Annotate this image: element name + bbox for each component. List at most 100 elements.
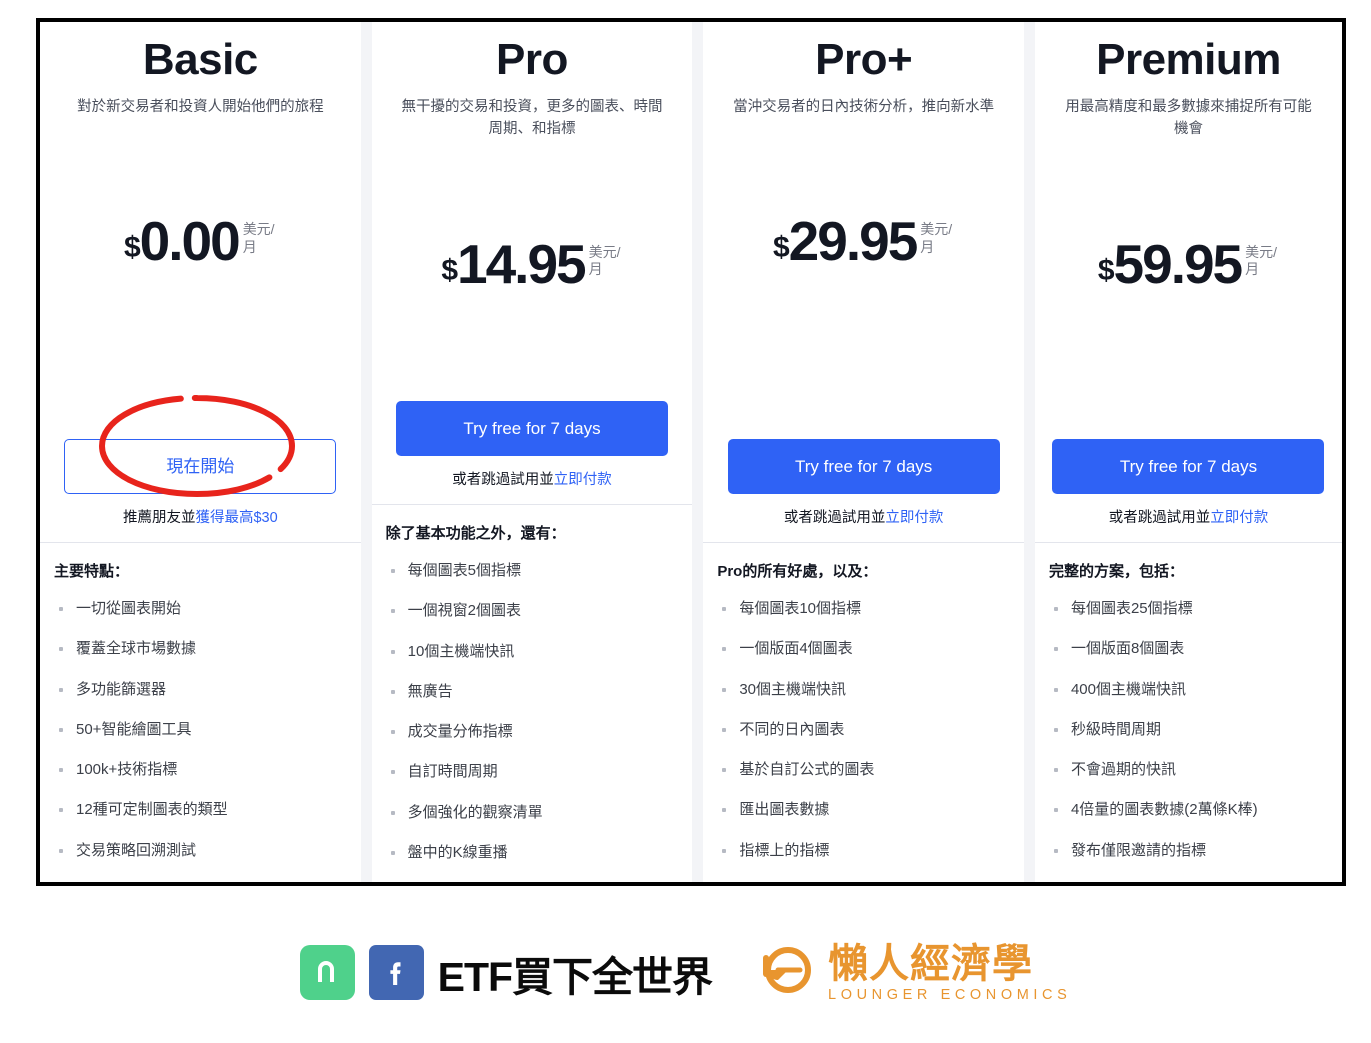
list-item: 30個主機端快訊	[717, 679, 1010, 701]
features-list: 每個圖表5個指標 一個視窗2個圖表 10個主機端快訊 無廣告 成交量分佈指標 自…	[386, 560, 679, 864]
plan-header-premium: Premium 用最高精度和最多數據來捕捉所有可能機會 $ 59.95 美元/月…	[1034, 22, 1342, 543]
column-divider	[360, 22, 372, 882]
list-item: 12種可定制圖表的類型	[54, 799, 347, 821]
brand-right-label-en: LOUNGER ECONOMICS	[828, 986, 1072, 1003]
price-currency-symbol: $	[1097, 253, 1115, 287]
list-item: 每個圖表10個指標	[717, 598, 1010, 620]
features-list: 每個圖表25個指標 一個版面8個圖表 400個主機端快訊 秒級時間周期 不會過期…	[1049, 598, 1328, 861]
plan-title: Pro+	[815, 35, 913, 84]
price-amount: 14.95	[457, 232, 587, 295]
list-item: 50+智能繪圖工具	[54, 719, 347, 741]
plan-features-pro-plus: Pro的所有好處，以及： 每個圖表10個指標 一個版面4個圖表 30個主機端快訊…	[703, 543, 1024, 882]
features-list: 一切從圖表開始 覆蓋全球市場數據 多功能篩選器 50+智能繪圖工具 100k+技…	[54, 598, 347, 861]
list-item: 多個強化的觀察清單	[386, 802, 679, 824]
price-amount: 59.95	[1113, 232, 1244, 295]
list-item: 多功能篩選器	[54, 679, 347, 701]
pricing-table: Basic 對於新交易者和投資人開始他們的旅程 $ 0.00 美元/月 現在開始…	[36, 18, 1346, 886]
list-item: 自訂時間周期	[386, 761, 679, 783]
list-item: 盤中的K線重播	[386, 842, 679, 864]
column-divider	[692, 22, 704, 882]
list-item: 指標上的指標	[717, 840, 1010, 862]
plan-description: 對於新交易者和投資人開始他們的旅程	[77, 98, 324, 115]
try-free-button[interactable]: Try free for 7 days	[1052, 439, 1325, 494]
price-unit: 美元/月	[1245, 243, 1278, 278]
brand-right-text-block: 懶人經濟學 LOUNGER ECONOMICS	[828, 943, 1071, 1003]
list-item: 一個版面4個圖表	[717, 638, 1010, 660]
plan-column-pro-plus: Pro+ 當沖交易者的日內技術分析，推向新水準 $ 29.95 美元/月 Try…	[703, 22, 1024, 882]
list-item: 不會過期的快訊	[1049, 759, 1328, 781]
cta-subtext-basic: 推薦朋友並獲得最高$30	[54, 506, 347, 527]
price-unit: 美元/月	[920, 221, 953, 255]
price-amount: 0.00	[139, 210, 241, 273]
plan-column-basic: Basic 對於新交易者和投資人開始他們的旅程 $ 0.00 美元/月 現在開始…	[40, 22, 361, 882]
list-item: 覆蓋全球市場數據	[54, 638, 347, 660]
plan-title: Basic	[142, 35, 258, 84]
price-currency-symbol: $	[123, 231, 141, 265]
list-item: 匯出圖表數據	[717, 799, 1010, 821]
pay-now-link[interactable]: 立即付款	[885, 510, 943, 526]
cta-area-basic: 現在開始 推薦朋友並獲得最高$30	[54, 395, 347, 527]
plan-description: 當沖交易者的日內技術分析，推向新水準	[733, 98, 995, 115]
try-free-button[interactable]: Try free for 7 days	[395, 401, 668, 456]
price-currency-symbol: $	[441, 253, 458, 287]
app-logo-icon	[299, 945, 355, 1000]
list-item: 基於自訂公式的圖表	[717, 759, 1010, 781]
try-free-button[interactable]: Try free for 7 days	[727, 439, 1000, 494]
plan-price: $ 59.95 美元/月	[1049, 232, 1328, 295]
list-item: 秒級時間周期	[1049, 719, 1328, 741]
list-item: 每個圖表5個指標	[386, 560, 679, 582]
list-item: 不同的日內圖表	[717, 719, 1010, 741]
price-currency-symbol: $	[772, 231, 790, 265]
cta-subtext-premium: 或者跳過試用並立即付款	[1049, 506, 1328, 527]
plan-features-premium: 完整的方案，包括： 每個圖表25個指標 一個版面8個圖表 400個主機端快訊 秒…	[1035, 543, 1342, 882]
skip-trial-text: 或者跳過試用並	[452, 472, 554, 488]
list-item: 發布僅限邀請的指標	[1049, 840, 1328, 862]
footer-branding: ETF買下全世界 懶人經濟學 LOUNGER ECONOMICS	[0, 915, 1371, 1030]
features-title: 除了基本功能之外，還有：	[385, 525, 566, 542]
features-title: Pro的所有好處，以及：	[717, 563, 878, 580]
plan-price: $ 0.00 美元/月	[54, 214, 347, 269]
skip-trial-text: 或者跳過試用並	[1108, 510, 1211, 526]
price-unit: 美元/月	[588, 243, 621, 278]
list-item: 10個主機端快訊	[386, 641, 679, 663]
plan-description: 用最高精度和最多數據來捕捉所有可能機會	[1065, 98, 1312, 138]
list-item: 交易策略回溯測試	[54, 840, 347, 862]
column-divider	[1023, 22, 1035, 882]
list-item: 每個圖表25個指標	[1049, 598, 1328, 620]
brand-right-label-cn: 懶人經濟學	[828, 941, 1034, 986]
list-item: 一個視窗2個圖表	[386, 600, 679, 622]
list-item: 4倍量的圖表數據(2萬條K棒)	[1049, 799, 1328, 821]
pay-now-link[interactable]: 立即付款	[554, 472, 612, 488]
plan-features-pro: 除了基本功能之外，還有： 每個圖表5個指標 一個視窗2個圖表 10個主機端快訊 …	[372, 505, 693, 882]
features-title: 完整的方案，包括：	[1048, 563, 1184, 580]
cta-subtext-pro: 或者跳過試用並立即付款	[386, 468, 679, 489]
pricing-page: Basic 對於新交易者和投資人開始他們的旅程 $ 0.00 美元/月 現在開始…	[0, 0, 1371, 1043]
features-list: 每個圖表10個指標 一個版面4個圖表 30個主機端快訊 不同的日內圖表 基於自訂…	[717, 598, 1010, 861]
plan-title: Pro	[496, 35, 568, 84]
referral-link[interactable]: 獲得最高$30	[195, 510, 277, 526]
brand-left-label: ETF買下全世界	[437, 953, 713, 1000]
list-item: 一個版面8個圖表	[1049, 638, 1328, 660]
plan-features-basic: 主要特點： 一切從圖表開始 覆蓋全球市場數據 多功能篩選器 50+智能繪圖工具 …	[40, 543, 361, 882]
plan-header-basic: Basic 對於新交易者和投資人開始他們的旅程 $ 0.00 美元/月 現在開始…	[40, 22, 361, 543]
cta-area-premium: Try free for 7 days 或者跳過試用並立即付款	[1049, 439, 1328, 527]
brand-left-group: ETF買下全世界	[299, 943, 713, 1003]
plan-price: $ 14.95 美元/月	[386, 232, 679, 295]
plan-column-pro: Pro 無干擾的交易和投資，更多的圖表、時間周期、和指標 $ 14.95 美元/…	[371, 22, 693, 882]
lounger-economics-logo-icon	[756, 940, 816, 1005]
start-now-button[interactable]: 現在開始	[64, 439, 337, 494]
cta-area-pro-plus: Try free for 7 days 或者跳過試用並立即付款	[717, 439, 1010, 527]
skip-trial-text: 或者跳過試用並	[783, 510, 886, 526]
cta-subtext-pro-plus: 或者跳過試用並立即付款	[717, 506, 1010, 527]
list-item: 無廣告	[386, 681, 679, 703]
referral-text: 推薦朋友並	[122, 510, 196, 526]
brand-right-group: 懶人經濟學 LOUNGER ECONOMICS	[756, 940, 1071, 1005]
pay-now-link[interactable]: 立即付款	[1210, 510, 1268, 526]
features-title: 主要特點：	[54, 563, 130, 580]
list-item: 400個主機端快訊	[1049, 679, 1328, 701]
list-item: 一切從圖表開始	[54, 598, 347, 620]
cta-area-pro: Try free for 7 days 或者跳過試用並立即付款	[386, 401, 679, 489]
list-item: 成交量分佈指標	[386, 721, 679, 743]
plan-price: $ 29.95 美元/月	[717, 214, 1010, 269]
plan-column-premium: Premium 用最高精度和最多數據來捕捉所有可能機會 $ 59.95 美元/月…	[1034, 22, 1342, 882]
